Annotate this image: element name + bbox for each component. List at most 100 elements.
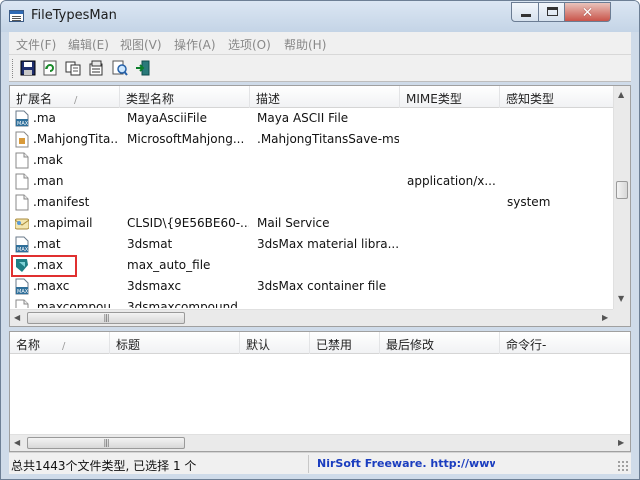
table-row[interactable]: MAX .maxc 3dsmaxc 3dsMax container file	[10, 276, 613, 297]
max-file-icon: MAX	[15, 278, 29, 295]
find-button[interactable]	[111, 59, 129, 77]
file-types-list[interactable]: 扩展名 / 类型名称 描述 MIME类型 感知类型 MAX .ma MayaAscii…	[9, 85, 631, 327]
cell-description: Mail Service	[257, 216, 330, 230]
save-icon	[20, 60, 36, 76]
col-type-name[interactable]: 类型名称	[120, 86, 250, 108]
vertical-scrollbar[interactable]: ▲ ▼	[613, 86, 630, 310]
file-types-rows: MAX .ma MayaAsciiFile Maya ASCII File .Mahjo…	[10, 108, 613, 308]
minimize-button[interactable]	[511, 2, 539, 22]
copy-icon	[65, 61, 81, 76]
col-title[interactable]: 标题	[110, 332, 240, 354]
table-row[interactable]: .max max_auto_file	[10, 255, 613, 276]
vertical-scroll-thumb[interactable]	[616, 181, 628, 199]
exit-button[interactable]	[134, 59, 152, 77]
cell-type-name: MicrosoftMahjong...	[127, 132, 245, 146]
status-summary: 总共1443个文件类型, 已选择 1 个	[11, 459, 197, 473]
maximize-icon	[547, 7, 558, 16]
col-description-label: 描述	[256, 92, 281, 106]
cell-type-name: max_auto_file	[127, 258, 211, 272]
table-row[interactable]: .mapimail CLSID\{9E56BE60-... Mail Service	[10, 213, 613, 234]
cell-type-name: 3dsmat	[127, 237, 173, 251]
cell-extension: .manifest	[33, 195, 90, 209]
cell-description: .MahjongTitansSave-ms	[257, 132, 399, 146]
cell-type-name: 3dsmaxc	[127, 279, 182, 293]
col-type-name-label: 类型名称	[126, 92, 175, 106]
menu-action[interactable]: 操作(A)	[174, 36, 216, 53]
cell-extension: .man	[33, 174, 64, 188]
table-row[interactable]: .maxcompou... 3dsmaxcompound	[10, 297, 613, 308]
generic-file-icon	[15, 131, 29, 148]
cell-extension: .mapimail	[33, 216, 93, 230]
horizontal-scroll-thumb[interactable]: |||	[27, 312, 185, 324]
toolbar	[9, 55, 631, 82]
col-extension-label: 扩展名	[16, 92, 53, 106]
sort-arrow-icon: /	[62, 341, 66, 352]
properties-button[interactable]	[87, 59, 105, 77]
cell-mime: application/x...	[407, 174, 496, 188]
cell-extension: .maxc	[33, 279, 70, 293]
nirsoft-link[interactable]: NirSoft Freeware. http://www.nirsoft.net	[317, 457, 495, 470]
col-default[interactable]: 默认	[240, 332, 310, 354]
bottom-horizontal-scroll-thumb[interactable]: |||	[27, 437, 185, 449]
mail-icon	[15, 215, 29, 232]
copy-button[interactable]	[64, 59, 82, 77]
col-extension[interactable]: 扩展名 /	[10, 86, 120, 108]
actions-list[interactable]: 名称 / 标题 默认 已禁用 最后修改 命令行- ◀ ||| ▶	[9, 331, 631, 452]
blank-file-icon	[15, 152, 29, 169]
col-disabled[interactable]: 已禁用	[310, 332, 380, 354]
scroll-right-icon[interactable]: ▶	[602, 313, 608, 322]
refresh-button[interactable]	[41, 59, 59, 77]
menu-file[interactable]: 文件(F)	[16, 36, 56, 53]
toolbar-grip[interactable]	[12, 59, 15, 78]
title-bar[interactable]: FileTypesMan ✕	[1, 1, 639, 32]
menu-view[interactable]: 视图(V)	[120, 36, 162, 53]
save-button[interactable]	[19, 59, 37, 77]
cell-type-name: 3dsmaxcompound	[127, 300, 238, 308]
exit-icon	[136, 60, 150, 76]
table-row[interactable]: MAX .mat 3dsmat 3dsMax material libra...	[10, 234, 613, 255]
sort-arrow-icon: /	[74, 95, 78, 106]
col-last-modified-label: 最后修改	[386, 338, 435, 352]
col-command-line[interactable]: 命令行-	[500, 332, 630, 354]
table-row[interactable]: .manifest system	[10, 192, 613, 213]
properties-icon	[89, 60, 103, 76]
cell-extension: .max	[33, 258, 63, 272]
cell-type-name: MayaAsciiFile	[127, 111, 207, 125]
menu-options[interactable]: 选项(O)	[228, 36, 271, 53]
scroll-left-icon[interactable]: ◀	[14, 438, 20, 447]
find-icon	[112, 60, 128, 76]
table-row[interactable]: MAX .ma MayaAsciiFile Maya ASCII File	[10, 108, 613, 129]
menu-edit[interactable]: 编辑(E)	[68, 36, 109, 53]
col-name[interactable]: 名称 /	[10, 332, 110, 354]
blank-file-icon	[15, 299, 29, 308]
horizontal-scrollbar[interactable]: ◀ ||| ▶	[10, 309, 613, 326]
col-last-modified[interactable]: 最后修改	[380, 332, 500, 354]
scroll-down-icon[interactable]: ▼	[618, 294, 624, 303]
close-button[interactable]: ✕	[564, 2, 611, 22]
menu-help[interactable]: 帮助(H)	[284, 36, 326, 53]
status-separator	[308, 455, 309, 473]
col-description[interactable]: 描述	[250, 86, 400, 108]
cell-description: Maya ASCII File	[257, 111, 349, 125]
maximize-button[interactable]	[538, 2, 565, 22]
col-mime[interactable]: MIME类型	[400, 86, 500, 108]
blank-file-icon	[15, 173, 29, 190]
col-disabled-label: 已禁用	[316, 338, 353, 352]
resize-grip-icon[interactable]	[617, 460, 629, 472]
cell-extension: .maxcompou...	[33, 300, 119, 308]
table-row[interactable]: .man application/x...	[10, 171, 613, 192]
col-title-label: 标题	[116, 338, 141, 352]
scroll-up-icon[interactable]: ▲	[618, 90, 624, 99]
table-row[interactable]: .mak	[10, 150, 613, 171]
col-command-line-label: 命令行-	[506, 338, 547, 352]
bottom-horizontal-scrollbar[interactable]: ◀ ||| ▶	[10, 434, 630, 451]
scroll-right-icon[interactable]: ▶	[618, 438, 624, 447]
refresh-icon	[43, 60, 57, 76]
table-row[interactable]: .MahjongTita... MicrosoftMahjong... .Mahjo…	[10, 129, 613, 150]
col-perceived-label: 感知类型	[506, 92, 555, 106]
cell-description: 3dsMax container file	[257, 279, 387, 293]
scroll-left-icon[interactable]: ◀	[14, 313, 20, 322]
col-perceived[interactable]: 感知类型	[500, 86, 613, 108]
max-file-icon: MAX	[15, 110, 29, 127]
actions-header: 名称 / 标题 默认 已禁用 最后修改 命令行-	[10, 332, 630, 354]
